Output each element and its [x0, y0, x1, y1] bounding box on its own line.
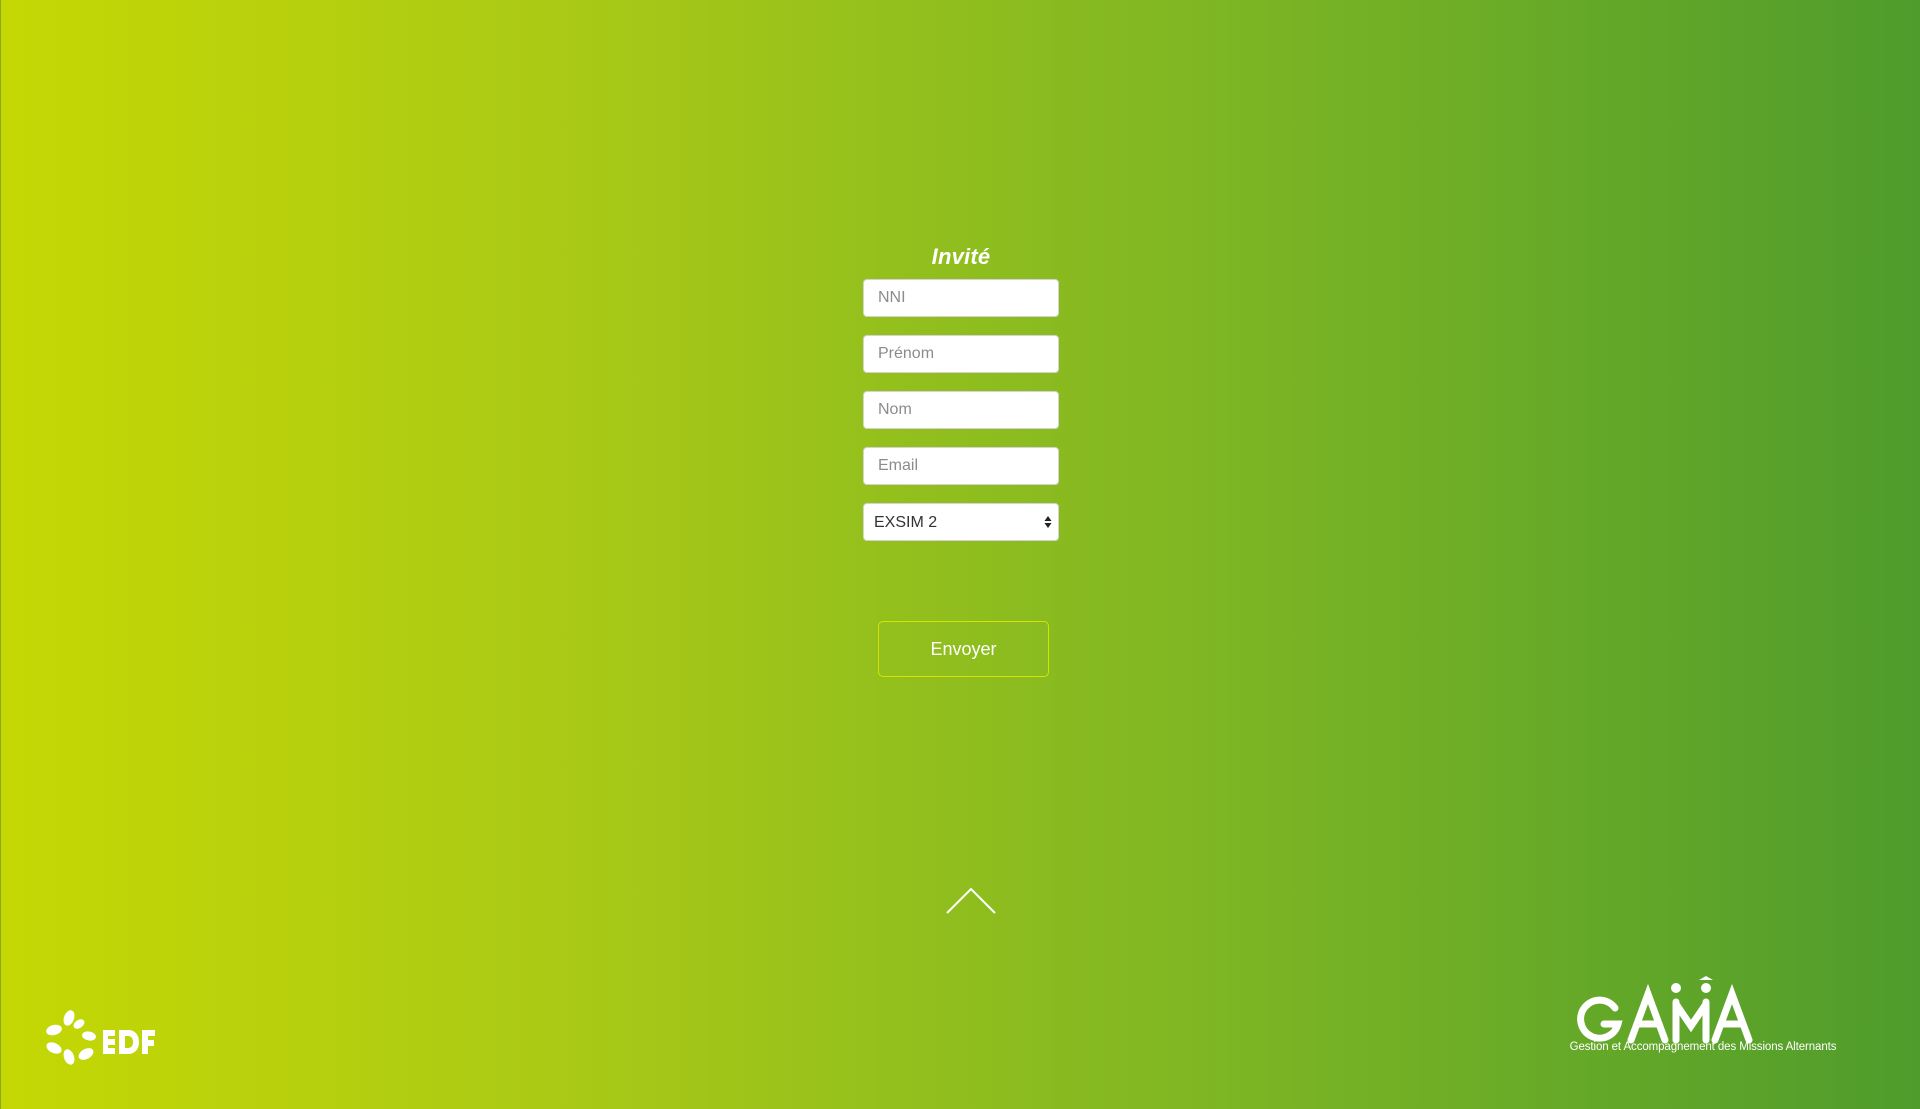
edf-logo [46, 1010, 155, 1065]
form-title: Invité [931, 244, 991, 269]
page-background: Invité EXSIM 2 Envoyer [0, 0, 1920, 1109]
prenom-input[interactable] [863, 335, 1059, 373]
chevron-up-icon[interactable] [945, 886, 997, 916]
guest-form: Invité EXSIM 2 [863, 244, 1059, 541]
group-select-wrapper: EXSIM 2 [863, 503, 1059, 541]
nom-input[interactable] [863, 391, 1059, 429]
nni-input[interactable] [863, 279, 1059, 317]
submit-button[interactable]: Envoyer [878, 621, 1049, 677]
gama-tagline: Gestion et Accompagnement des Missions A… [1569, 1041, 1837, 1053]
email-input[interactable] [863, 447, 1059, 485]
group-select[interactable]: EXSIM 2 [863, 503, 1059, 541]
